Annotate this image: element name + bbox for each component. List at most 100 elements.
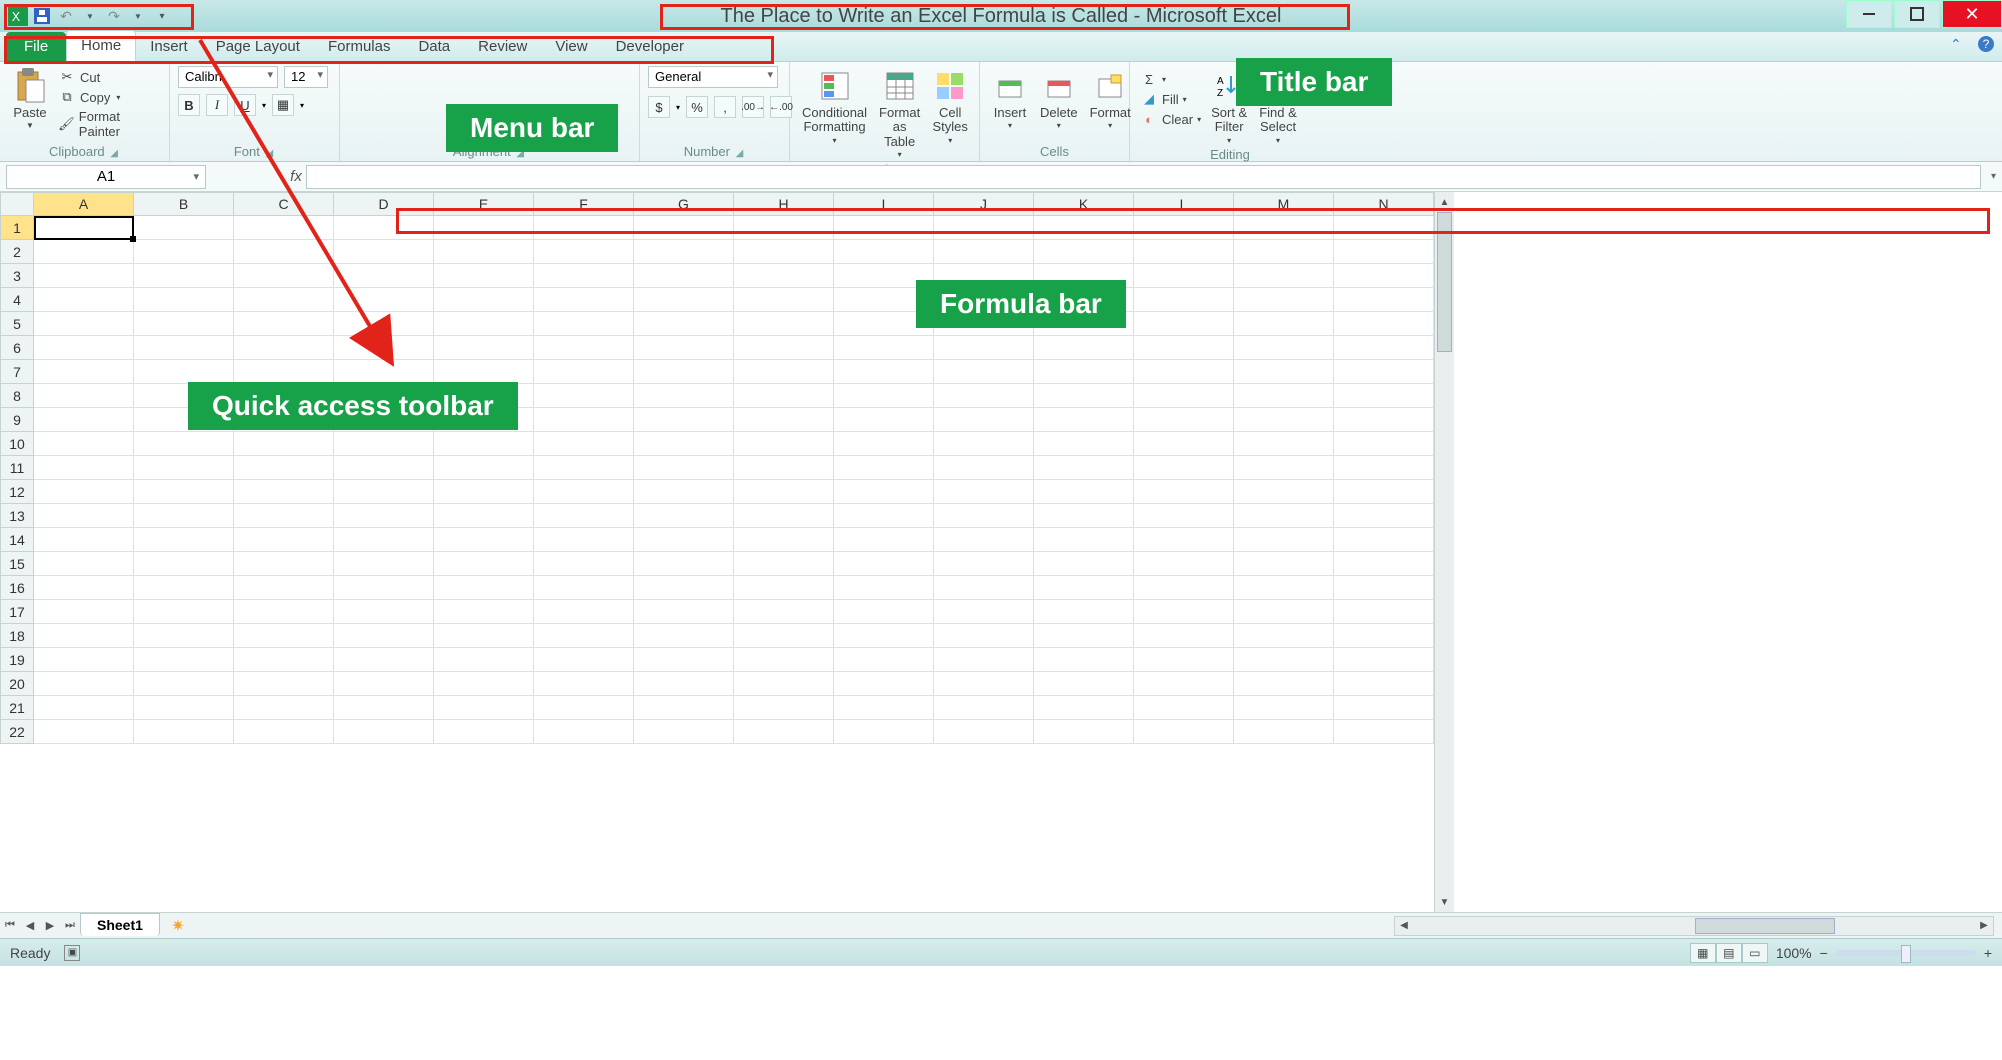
cell[interactable]: [1134, 504, 1234, 528]
cell[interactable]: [334, 312, 434, 336]
font-name-select[interactable]: Calibri: [178, 66, 278, 88]
cell[interactable]: [1234, 624, 1334, 648]
column-header-K[interactable]: K: [1034, 192, 1134, 216]
cell[interactable]: [134, 456, 234, 480]
cell[interactable]: [334, 696, 434, 720]
cell[interactable]: [834, 360, 934, 384]
cell[interactable]: [34, 264, 134, 288]
cell[interactable]: [1234, 552, 1334, 576]
cell[interactable]: [634, 336, 734, 360]
cell[interactable]: [1134, 312, 1234, 336]
cell[interactable]: [634, 504, 734, 528]
cell[interactable]: [634, 408, 734, 432]
cell[interactable]: [1234, 480, 1334, 504]
cell[interactable]: [534, 624, 634, 648]
cell[interactable]: [834, 456, 934, 480]
cell[interactable]: [234, 600, 334, 624]
tab-home[interactable]: Home: [66, 30, 136, 61]
cell[interactable]: [434, 432, 534, 456]
macro-record-icon[interactable]: ▣: [64, 945, 80, 961]
cell[interactable]: [334, 576, 434, 600]
cell[interactable]: [534, 264, 634, 288]
cell[interactable]: [834, 480, 934, 504]
row-header-2[interactable]: 2: [0, 240, 34, 264]
cell[interactable]: [534, 432, 634, 456]
cell[interactable]: [934, 552, 1034, 576]
cell[interactable]: [1334, 408, 1434, 432]
cell[interactable]: [534, 240, 634, 264]
cell[interactable]: [1234, 264, 1334, 288]
cell[interactable]: [434, 720, 534, 744]
cell[interactable]: [134, 552, 234, 576]
maximize-button[interactable]: [1894, 0, 1940, 28]
cell[interactable]: [1234, 600, 1334, 624]
cell[interactable]: [934, 432, 1034, 456]
cell[interactable]: [1134, 336, 1234, 360]
next-sheet-button[interactable]: ▶: [40, 915, 60, 937]
cell[interactable]: [734, 624, 834, 648]
cell[interactable]: [634, 288, 734, 312]
font-launcher-icon[interactable]: ◢: [263, 148, 275, 159]
save-icon[interactable]: [32, 6, 52, 26]
cell[interactable]: [534, 456, 634, 480]
undo-dropdown-icon[interactable]: ▼: [80, 6, 100, 26]
cell[interactable]: [134, 288, 234, 312]
cell[interactable]: [734, 456, 834, 480]
cell[interactable]: [1234, 288, 1334, 312]
cell[interactable]: [34, 216, 134, 240]
cell[interactable]: [834, 600, 934, 624]
cut-button[interactable]: ✂Cut: [56, 68, 161, 86]
row-header-16[interactable]: 16: [0, 576, 34, 600]
cell[interactable]: [1234, 456, 1334, 480]
cell[interactable]: [734, 648, 834, 672]
normal-view-button[interactable]: ▦: [1690, 943, 1716, 963]
cell[interactable]: [634, 720, 734, 744]
cell[interactable]: [234, 240, 334, 264]
page-layout-view-button[interactable]: ▤: [1716, 943, 1742, 963]
row-header-8[interactable]: 8: [0, 384, 34, 408]
row-header-5[interactable]: 5: [0, 312, 34, 336]
cell[interactable]: [734, 312, 834, 336]
minimize-button[interactable]: [1846, 0, 1892, 28]
cell[interactable]: [1034, 384, 1134, 408]
cell[interactable]: [434, 456, 534, 480]
cell[interactable]: [1334, 648, 1434, 672]
cell[interactable]: [234, 264, 334, 288]
cell[interactable]: [1034, 504, 1134, 528]
column-header-F[interactable]: F: [534, 192, 634, 216]
cell[interactable]: [34, 384, 134, 408]
tab-insert[interactable]: Insert: [136, 32, 202, 61]
hscroll-thumb[interactable]: [1695, 918, 1835, 934]
insert-cell-button[interactable]: Insert▾: [988, 66, 1032, 133]
cell[interactable]: [534, 312, 634, 336]
cell[interactable]: [1334, 576, 1434, 600]
currency-dropdown-icon[interactable]: ▾: [676, 103, 680, 112]
zoom-slider[interactable]: [1836, 950, 1976, 956]
cell[interactable]: [434, 504, 534, 528]
cell[interactable]: [734, 384, 834, 408]
cell[interactable]: [234, 480, 334, 504]
cell[interactable]: [1134, 648, 1234, 672]
cell[interactable]: [1034, 216, 1134, 240]
cell[interactable]: [134, 600, 234, 624]
cell[interactable]: [834, 384, 934, 408]
cell[interactable]: [1134, 240, 1234, 264]
cell[interactable]: [434, 216, 534, 240]
cell[interactable]: [834, 528, 934, 552]
cell[interactable]: [834, 696, 934, 720]
cell[interactable]: [534, 720, 634, 744]
paste-dropdown-icon[interactable]: ▼: [26, 122, 34, 131]
cell[interactable]: [34, 552, 134, 576]
row-header-4[interactable]: 4: [0, 288, 34, 312]
cell[interactable]: [734, 552, 834, 576]
cell[interactable]: [734, 528, 834, 552]
cell[interactable]: [134, 696, 234, 720]
cell[interactable]: [234, 672, 334, 696]
cell[interactable]: [234, 336, 334, 360]
cell[interactable]: [1234, 720, 1334, 744]
select-all-corner[interactable]: [0, 192, 34, 216]
tab-review[interactable]: Review: [464, 32, 541, 61]
cell[interactable]: [634, 600, 734, 624]
cell[interactable]: [1134, 576, 1234, 600]
cell[interactable]: [34, 576, 134, 600]
